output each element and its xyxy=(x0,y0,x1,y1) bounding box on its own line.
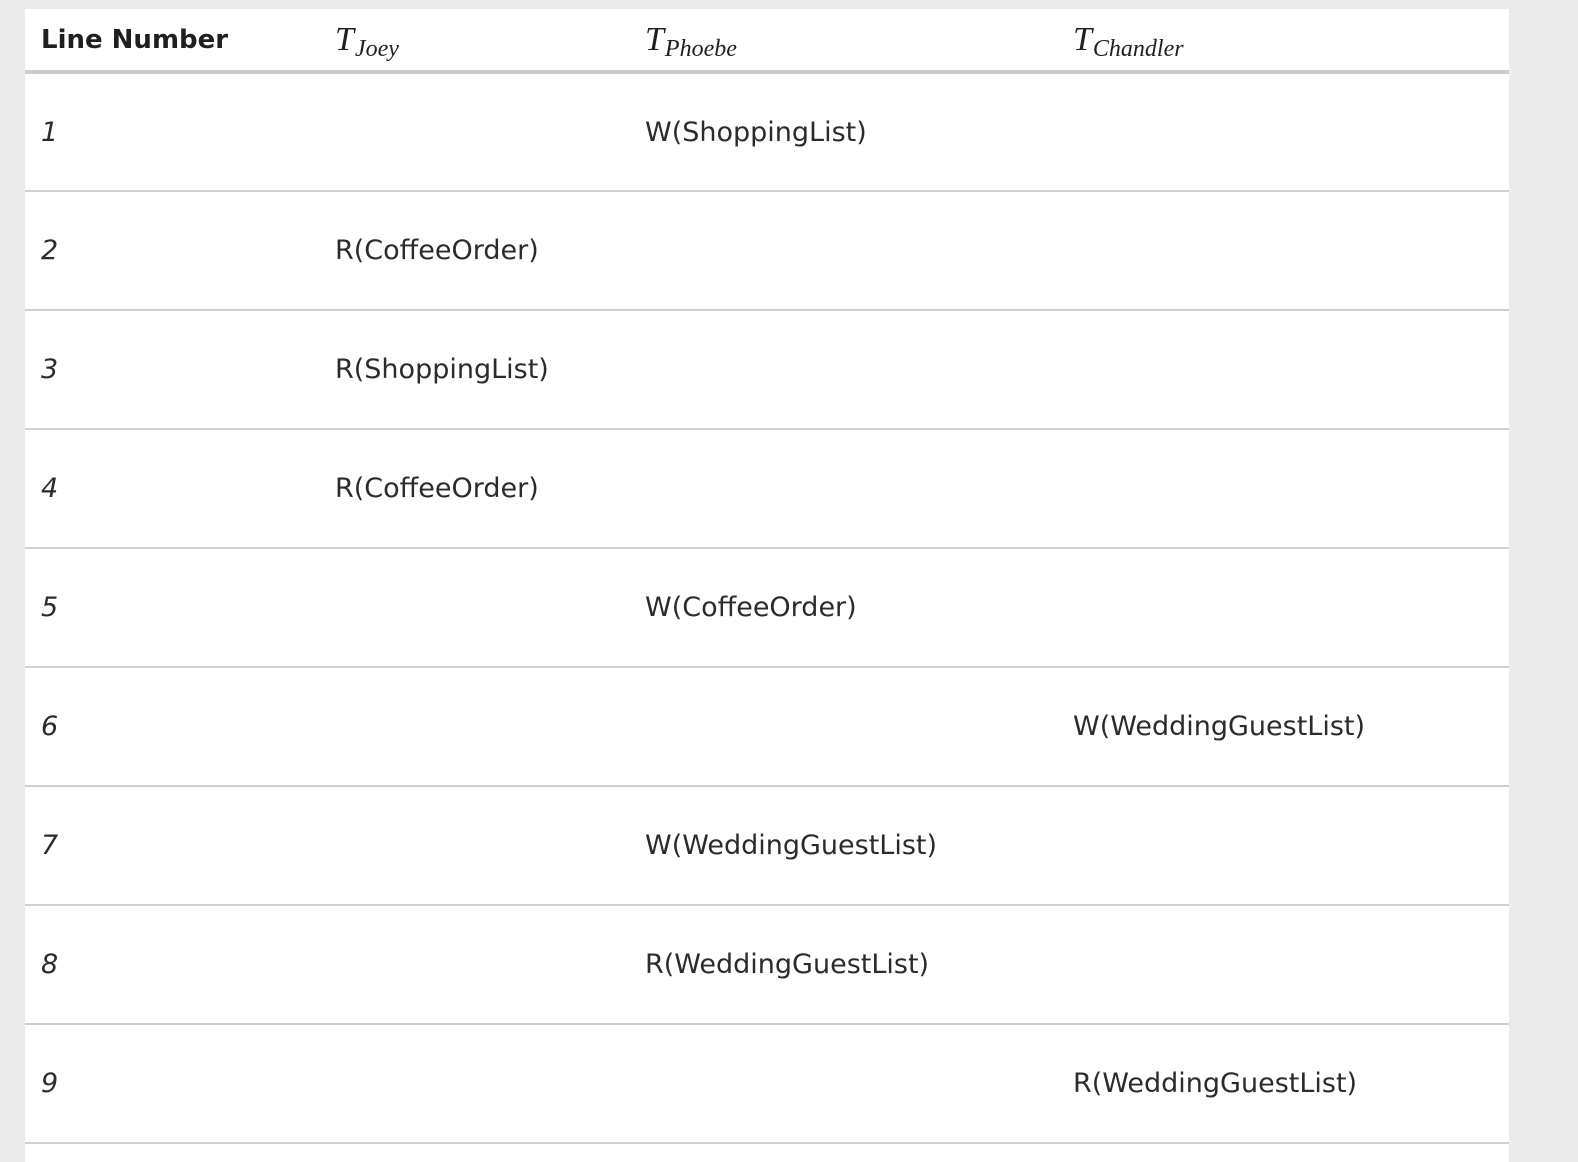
header-t-joey-math: TJoey xyxy=(335,21,399,62)
cell-line-number: 4 xyxy=(25,429,319,549)
header-t-phoebe: TPhoebe xyxy=(629,9,1057,74)
cell-chandler xyxy=(1057,72,1509,192)
cell-phoebe xyxy=(629,667,1057,787)
cell-line-number: 2 xyxy=(25,191,319,311)
cell-phoebe: W(CoffeeOrder) xyxy=(629,548,1057,668)
table-row: 4 R(CoffeeOrder) xyxy=(25,429,1509,549)
cell-phoebe xyxy=(629,310,1057,430)
cell-line-number: 5 xyxy=(25,548,319,668)
cell-chandler xyxy=(1057,786,1509,906)
cell-phoebe xyxy=(629,429,1057,549)
cell-chandler xyxy=(1057,310,1509,430)
header-t-joey-base: T xyxy=(335,20,354,58)
cell-joey xyxy=(319,667,629,787)
table-row: 1 W(ShoppingList) xyxy=(25,72,1509,192)
cell-line-number: 6 xyxy=(25,667,319,787)
cell-joey xyxy=(319,548,629,668)
header-t-phoebe-sub: Phoebe xyxy=(664,35,737,62)
cell-phoebe: W(WeddingGuestList) xyxy=(629,786,1057,906)
cell-phoebe xyxy=(629,191,1057,311)
cell-chandler xyxy=(1057,905,1509,1025)
header-t-chandler: TChandler xyxy=(1057,9,1509,74)
cell-joey: R(CoffeeOrder) xyxy=(319,429,629,549)
transaction-schedule-table: Line Number TJoey TPhoebe TChandler 1 W(… xyxy=(25,9,1509,1144)
cell-chandler xyxy=(1057,429,1509,549)
header-row: Line Number TJoey TPhoebe TChandler xyxy=(25,9,1509,74)
table-row: 7 W(WeddingGuestList) xyxy=(25,786,1509,906)
table-row: 6 W(WeddingGuestList) xyxy=(25,667,1509,787)
header-t-phoebe-base: T xyxy=(645,20,664,58)
header-t-joey: TJoey xyxy=(319,9,629,74)
cell-joey xyxy=(319,1024,629,1144)
cell-line-number: 3 xyxy=(25,310,319,430)
cell-joey: R(CoffeeOrder) xyxy=(319,191,629,311)
cell-chandler: R(WeddingGuestList) xyxy=(1057,1024,1509,1144)
cell-joey: R(ShoppingList) xyxy=(319,310,629,430)
table-row: 8 R(WeddingGuestList) xyxy=(25,905,1509,1025)
header-t-chandler-math: TChandler xyxy=(1073,21,1184,62)
table-row: 2 R(CoffeeOrder) xyxy=(25,191,1509,311)
cell-line-number: 8 xyxy=(25,905,319,1025)
header-t-chandler-sub: Chandler xyxy=(1092,35,1184,62)
cell-phoebe: R(WeddingGuestList) xyxy=(629,905,1057,1025)
cell-phoebe: W(ShoppingList) xyxy=(629,72,1057,192)
cell-line-number: 7 xyxy=(25,786,319,906)
cell-chandler: W(WeddingGuestList) xyxy=(1057,667,1509,787)
header-line-number: Line Number xyxy=(25,9,319,74)
header-t-phoebe-math: TPhoebe xyxy=(645,21,737,62)
header-t-joey-sub: Joey xyxy=(354,35,399,62)
cell-line-number: 1 xyxy=(25,72,319,192)
cell-phoebe xyxy=(629,1024,1057,1144)
table-body: 1 W(ShoppingList) 2 R(CoffeeOrder) 3 R(S… xyxy=(25,72,1509,1144)
table-row: 9 R(WeddingGuestList) xyxy=(25,1024,1509,1144)
cell-joey xyxy=(319,72,629,192)
table-row: 3 R(ShoppingList) xyxy=(25,310,1509,430)
cell-chandler xyxy=(1057,548,1509,668)
cell-chandler xyxy=(1057,191,1509,311)
cell-joey xyxy=(319,905,629,1025)
cell-joey xyxy=(319,786,629,906)
schedule-sheet: Line Number TJoey TPhoebe TChandler 1 W(… xyxy=(25,9,1509,1162)
table-row: 5 W(CoffeeOrder) xyxy=(25,548,1509,668)
cell-line-number: 9 xyxy=(25,1024,319,1144)
header-t-chandler-base: T xyxy=(1073,20,1092,58)
table-header: Line Number TJoey TPhoebe TChandler xyxy=(25,9,1509,74)
